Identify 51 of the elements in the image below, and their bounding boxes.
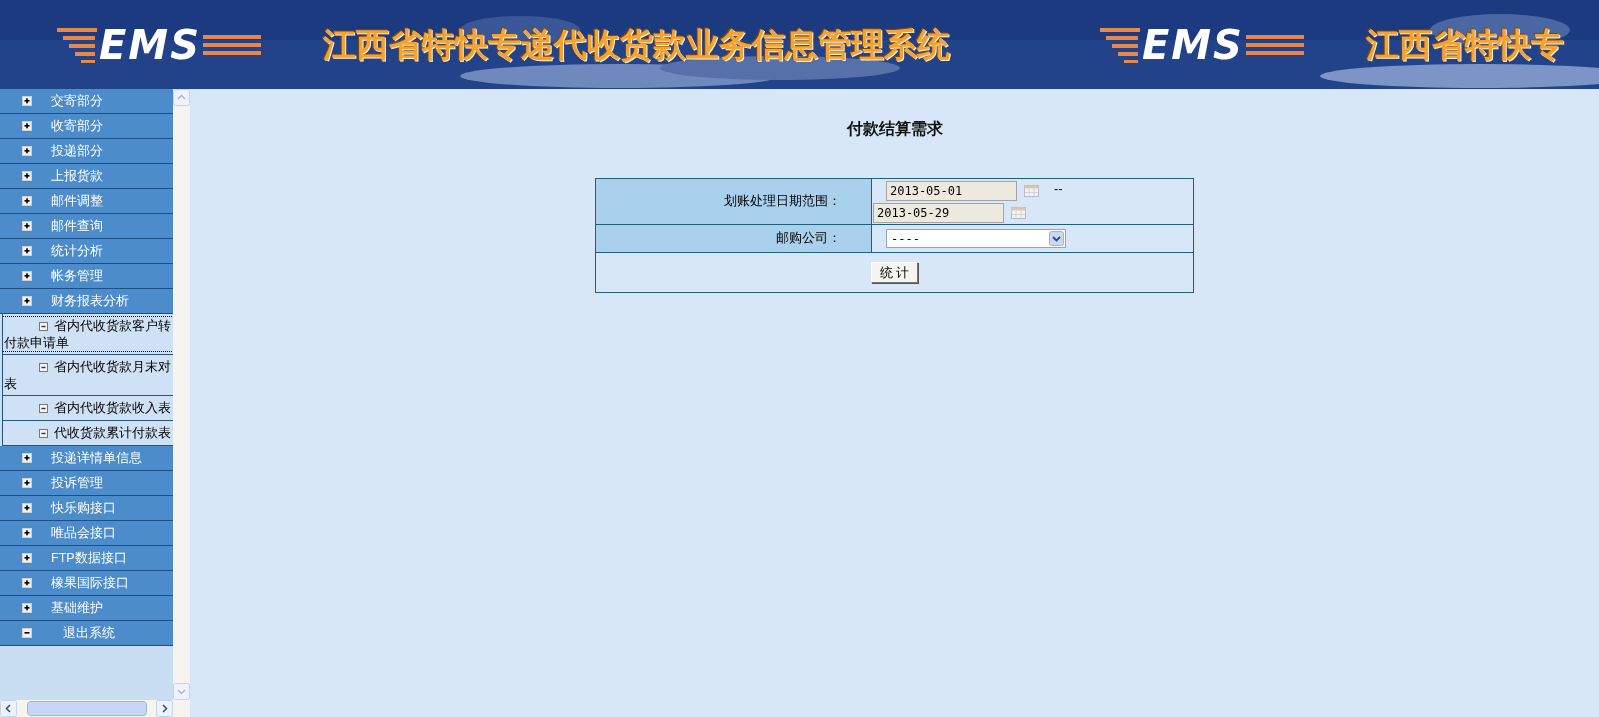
date-field[interactable]: 2013-05-29 bbox=[873, 202, 1004, 223]
sidebar-item[interactable]: 帐务管理 bbox=[0, 264, 173, 289]
scrollbar-corner bbox=[173, 700, 190, 717]
scroll-left-icon[interactable] bbox=[0, 700, 17, 717]
minus-icon bbox=[39, 428, 48, 438]
date-field[interactable]: 2013-05-01 bbox=[886, 180, 1017, 201]
sidebar-item[interactable]: 投诉管理 bbox=[0, 471, 173, 496]
sidebar-item[interactable]: 财务报表分析 bbox=[0, 289, 173, 314]
sidebar-item[interactable]: 投递详情单信息 bbox=[0, 446, 173, 471]
form-title: 付款结算需求 bbox=[846, 119, 943, 139]
sidebar-item[interactable]: 投递部分 bbox=[0, 139, 173, 164]
scroll-thumb[interactable] bbox=[26, 701, 147, 716]
sidebar-item[interactable]: 邮件查询 bbox=[0, 214, 173, 239]
sidebar-subitem[interactable]: 省内代收货款月末对 表 bbox=[2, 355, 173, 396]
sidebar-item[interactable]: 交寄部分 bbox=[0, 89, 173, 114]
stripes-icon bbox=[1099, 25, 1140, 64]
minus-icon bbox=[39, 362, 48, 372]
scroll-right-icon[interactable] bbox=[156, 700, 173, 717]
stripes-icon bbox=[1245, 34, 1304, 55]
sidebar-item[interactable]: FTP数据接口 bbox=[0, 546, 173, 571]
banner-title: 江西省特快专递代收货款业务信息管理系统 bbox=[322, 24, 950, 65]
stripes-icon bbox=[202, 34, 261, 55]
calendar-icon bbox=[1011, 205, 1026, 220]
sidebar-subitem[interactable]: 省内代收货款收入表 bbox=[2, 396, 173, 421]
sidebar-item[interactable]: 收寄部分 bbox=[0, 114, 173, 139]
sidebar-item[interactable]: 邮件调整 bbox=[0, 189, 173, 214]
sidebar-item[interactable]: 退出系统 bbox=[0, 621, 173, 646]
stripes-icon bbox=[57, 25, 97, 64]
scroll-up-icon[interactable] bbox=[173, 89, 190, 106]
minus-icon bbox=[39, 403, 48, 413]
sidebar-item[interactable]: 统计分析 bbox=[0, 239, 173, 264]
sidebar-item[interactable]: 上报货款 bbox=[0, 164, 173, 189]
range-separator: -- bbox=[1054, 180, 1063, 198]
sidebar-subitem[interactable]: 省内代收货款客户转 付款申请单 bbox=[2, 314, 173, 355]
calendar-icon bbox=[1024, 183, 1039, 198]
sidebar-subitem[interactable]: 代收货款累计付款表 bbox=[2, 421, 173, 446]
sidebar-item[interactable]: 快乐购接口 bbox=[0, 496, 173, 521]
dropdown-caret-icon bbox=[1049, 231, 1064, 246]
company-select[interactable]: ---- bbox=[886, 229, 1066, 248]
banner-title: 江西省特快专 bbox=[1365, 24, 1564, 65]
vertical-scrollbar[interactable] bbox=[173, 89, 190, 700]
minus-icon bbox=[39, 321, 48, 331]
form-label: 邮购公司： bbox=[776, 230, 841, 248]
horizontal-scrollbar[interactable] bbox=[0, 700, 173, 717]
sidebar-item[interactable]: 唯品会接口 bbox=[0, 521, 173, 546]
logo-text: EMS bbox=[1141, 24, 1244, 65]
logo-text: EMS bbox=[99, 24, 201, 65]
sidebar-item[interactable]: 橡果国际接口 bbox=[0, 571, 173, 596]
form-label: 划账处理日期范围： bbox=[724, 193, 841, 211]
sidebar-item[interactable]: 基础维护 bbox=[0, 596, 173, 621]
submit-button[interactable]: 统 计 bbox=[870, 262, 919, 283]
